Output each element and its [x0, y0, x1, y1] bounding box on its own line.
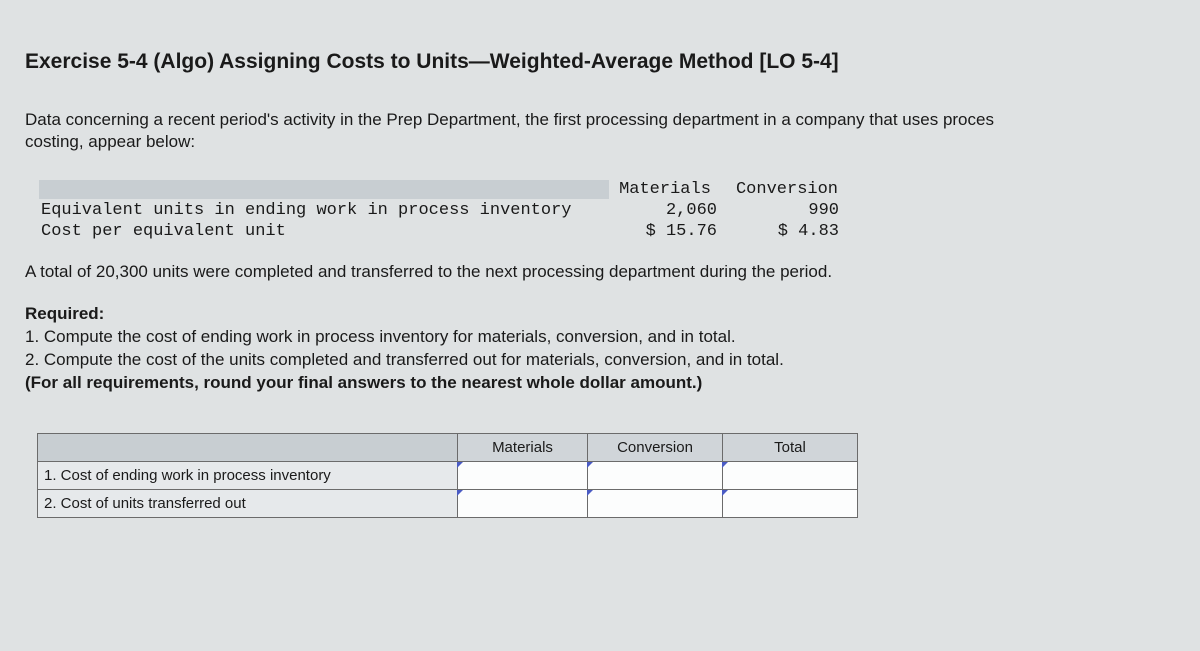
answer-row-1-conversion-input[interactable] — [588, 490, 723, 518]
data-row-0-label: Equivalent units in ending work in proce… — [39, 201, 609, 220]
answer-header-conversion: Conversion — [588, 434, 723, 462]
data-header-conversion: Conversion — [733, 180, 853, 199]
required-note: (For all requirements, round your final … — [25, 372, 1180, 395]
data-row-0-conversion: 990 — [733, 201, 853, 220]
answer-table: Materials Conversion Total 1. Cost of en… — [37, 433, 858, 518]
data-row-1-materials: $ 15.76 — [611, 222, 731, 241]
data-header-blank — [39, 180, 609, 199]
data-row-1-label: Cost per equivalent unit — [39, 222, 609, 241]
answer-row-0-conversion-input[interactable] — [588, 462, 723, 490]
answer-header-materials: Materials — [458, 434, 588, 462]
required-item-1: 1. Compute the cost of ending work in pr… — [25, 326, 1180, 349]
required-heading: Required: — [25, 303, 1180, 326]
answer-row-0-label: 1. Cost of ending work in process invent… — [38, 462, 458, 490]
answer-row-1-materials-input[interactable] — [458, 490, 588, 518]
required-block: Required: 1. Compute the cost of ending … — [25, 303, 1180, 395]
required-item-2: 2. Compute the cost of the units complet… — [25, 349, 1180, 372]
intro-text: Data concerning a recent period's activi… — [25, 109, 1180, 153]
table-row: 2. Cost of units transferred out — [38, 490, 858, 518]
answer-row-1-label: 2. Cost of units transferred out — [38, 490, 458, 518]
data-table: Materials Conversion Equivalent units in… — [37, 178, 855, 243]
answer-header-total: Total — [723, 434, 858, 462]
table-row: 1. Cost of ending work in process invent… — [38, 462, 858, 490]
data-header-materials: Materials — [611, 180, 731, 199]
transfer-paragraph: A total of 20,300 units were completed a… — [25, 261, 1180, 283]
answer-row-1-total-input[interactable] — [723, 490, 858, 518]
exercise-title: Exercise 5-4 (Algo) Assigning Costs to U… — [25, 50, 1180, 74]
answer-header-blank — [38, 434, 458, 462]
data-row-1-conversion: $ 4.83 — [733, 222, 853, 241]
answer-row-0-materials-input[interactable] — [458, 462, 588, 490]
data-row-0-materials: 2,060 — [611, 201, 731, 220]
answer-row-0-total-input[interactable] — [723, 462, 858, 490]
